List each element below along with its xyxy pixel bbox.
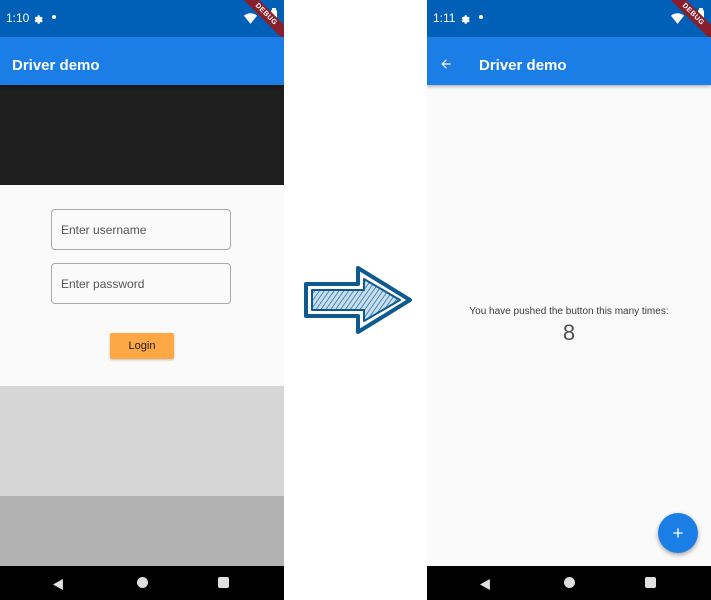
wifi-icon <box>244 11 257 29</box>
dark-panel <box>0 85 284 185</box>
gear-icon <box>459 11 470 29</box>
back-triangle-icon[interactable] <box>480 577 491 595</box>
status-time: 1:11 <box>433 11 456 25</box>
app-title: Driver demo <box>479 57 567 74</box>
wifi-icon <box>671 11 684 29</box>
recents-square-icon[interactable] <box>645 577 656 588</box>
app-bar: Driver demo <box>427 37 711 85</box>
username-field[interactable] <box>51 209 231 250</box>
notification-dot-icon <box>479 15 483 19</box>
username-input[interactable] <box>52 210 230 249</box>
gear-icon <box>32 11 43 29</box>
light-gray-panel <box>0 386 284 496</box>
login-button[interactable]: Login <box>110 333 174 359</box>
login-screen: 1:10 DEBUG Driver demo Login <box>0 0 284 600</box>
recents-square-icon[interactable] <box>218 577 229 588</box>
home-circle-icon[interactable] <box>564 577 575 588</box>
system-nav-bar <box>0 566 284 600</box>
password-input[interactable] <box>52 264 230 303</box>
counter-value: 8 <box>562 320 576 345</box>
notification-dot-icon <box>52 15 56 19</box>
gray-panel <box>0 496 284 566</box>
back-triangle-icon[interactable] <box>53 577 64 595</box>
app-bar: Driver demo <box>0 37 284 85</box>
counter-label: You have pushed the button this many tim… <box>469 306 669 317</box>
app-title: Driver demo <box>12 57 100 74</box>
back-arrow-icon[interactable] <box>439 57 453 76</box>
right-arrow-icon <box>300 262 416 343</box>
status-bar: 1:10 DEBUG <box>0 0 284 47</box>
increment-fab-button[interactable] <box>658 513 698 553</box>
home-circle-icon[interactable] <box>137 577 148 588</box>
status-bar: 1:11 DEBUG <box>427 0 711 47</box>
status-time: 1:10 <box>6 11 30 25</box>
system-nav-bar <box>427 566 711 600</box>
plus-icon <box>673 528 683 538</box>
password-field[interactable] <box>51 263 231 304</box>
counter-screen: 1:11 DEBUG Driver demo You have pushed t… <box>427 0 711 600</box>
